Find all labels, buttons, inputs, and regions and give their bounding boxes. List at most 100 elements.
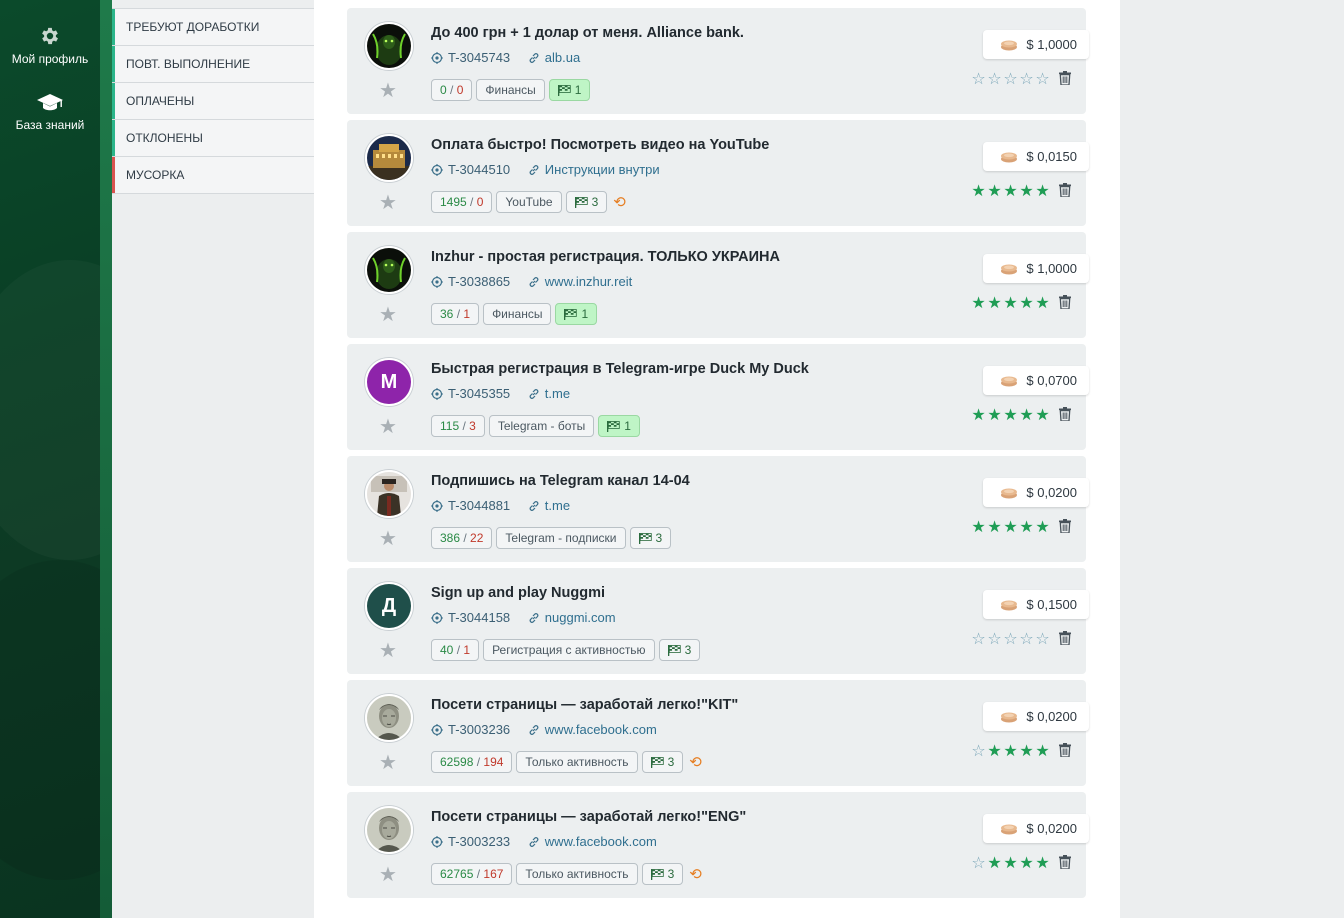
- task-link[interactable]: nuggmi.com: [528, 610, 616, 625]
- task-card[interactable]: ★ Посети страницы — заработай легко!"ENG…: [347, 792, 1089, 898]
- star-empty-icon[interactable]: ☆: [1035, 630, 1050, 648]
- star-filled-icon[interactable]: ★: [987, 854, 1002, 872]
- favorite-star-icon[interactable]: ★: [379, 192, 397, 212]
- star-filled-icon[interactable]: ★: [1035, 406, 1050, 424]
- star-filled-icon[interactable]: ★: [971, 294, 986, 312]
- star-filled-icon[interactable]: ★: [1035, 854, 1050, 872]
- favorite-star-icon[interactable]: ★: [379, 80, 397, 100]
- star-filled-icon[interactable]: ★: [987, 406, 1002, 424]
- task-title[interactable]: До 400 грн + 1 долар от меня. Alliance b…: [431, 25, 744, 41]
- star-filled-icon[interactable]: ★: [1035, 518, 1050, 536]
- star-filled-icon[interactable]: ★: [971, 182, 986, 200]
- task-rating[interactable]: ☆ ☆ ☆ ☆ ☆: [971, 70, 1050, 88]
- task-link[interactable]: www.facebook.com: [528, 722, 657, 737]
- task-link[interactable]: alb.ua: [528, 50, 580, 65]
- favorite-star-icon[interactable]: ★: [379, 528, 397, 548]
- star-filled-icon[interactable]: ★: [971, 518, 986, 536]
- task-title[interactable]: Быстрая регистрация в Telegram-игре Duck…: [431, 361, 809, 377]
- submenu-item-repeat[interactable]: ПОВТ. ВЫПОЛНЕНИЕ: [112, 46, 314, 83]
- task-rating[interactable]: ☆ ☆ ☆ ☆ ☆: [971, 630, 1050, 648]
- trash-icon[interactable]: [1059, 519, 1071, 533]
- star-filled-icon[interactable]: ★: [1019, 518, 1034, 536]
- star-filled-icon[interactable]: ★: [1035, 742, 1050, 760]
- star-empty-icon[interactable]: ☆: [987, 70, 1002, 88]
- star-filled-icon[interactable]: ★: [1019, 294, 1034, 312]
- favorite-star-icon[interactable]: ★: [379, 752, 397, 772]
- star-empty-icon[interactable]: ☆: [971, 742, 986, 760]
- trash-icon[interactable]: [1059, 407, 1071, 421]
- task-card[interactable]: ★ Подпишись на Telegram канал 14-04 T-30…: [347, 456, 1089, 562]
- favorite-star-icon[interactable]: ★: [379, 304, 397, 324]
- star-filled-icon[interactable]: ★: [987, 742, 1002, 760]
- task-card[interactable]: ★ До 400 грн + 1 долар от меня. Alliance…: [347, 8, 1089, 114]
- task-meta: T-3003233 www.facebook.com: [431, 834, 657, 851]
- star-filled-icon[interactable]: ★: [1003, 406, 1018, 424]
- star-filled-icon[interactable]: ★: [1003, 294, 1018, 312]
- star-empty-icon[interactable]: ☆: [971, 854, 986, 872]
- submenu-item-paid[interactable]: ОПЛАЧЕНЫ: [112, 83, 314, 120]
- trash-icon[interactable]: [1059, 71, 1071, 85]
- trash-icon[interactable]: [1059, 183, 1071, 197]
- star-empty-icon[interactable]: ☆: [1003, 630, 1018, 648]
- favorite-star-icon[interactable]: ★: [379, 864, 397, 884]
- favorite-star-icon[interactable]: ★: [379, 416, 397, 436]
- task-link[interactable]: www.inzhur.reit: [528, 274, 632, 289]
- submenu-item-needs-rework[interactable]: ТРЕБУЮТ ДОРАБОТКИ: [112, 9, 314, 46]
- star-empty-icon[interactable]: ☆: [987, 630, 1002, 648]
- task-link[interactable]: t.me: [528, 386, 570, 401]
- star-filled-icon[interactable]: ★: [1019, 406, 1034, 424]
- star-filled-icon[interactable]: ★: [1035, 294, 1050, 312]
- trash-icon[interactable]: [1059, 295, 1071, 309]
- star-filled-icon[interactable]: ★: [1003, 518, 1018, 536]
- task-title[interactable]: Посети страницы — заработай легко!"KIT": [431, 697, 738, 713]
- task-title[interactable]: Оплата быстро! Посмотреть видео на YouTu…: [431, 137, 769, 153]
- task-card[interactable]: Д ★ Sign up and play Nuggmi T-3044158 nu…: [347, 568, 1089, 674]
- star-empty-icon[interactable]: ☆: [1003, 70, 1018, 88]
- submenu-item-trash[interactable]: МУСОРКА: [112, 157, 314, 194]
- star-empty-icon[interactable]: ☆: [1019, 630, 1034, 648]
- star-filled-icon[interactable]: ★: [1003, 182, 1018, 200]
- task-card[interactable]: ★ Оплата быстро! Посмотреть видео на You…: [347, 120, 1089, 226]
- star-filled-icon[interactable]: ★: [1035, 182, 1050, 200]
- task-link[interactable]: Инструкции внутри: [528, 162, 660, 177]
- repeat-icon[interactable]: ⟲: [613, 193, 626, 211]
- task-card[interactable]: М ★ Быстрая регистрация в Telegram-игре …: [347, 344, 1089, 450]
- task-rating[interactable]: ★ ★ ★ ★ ★: [971, 406, 1050, 424]
- star-empty-icon[interactable]: ☆: [971, 630, 986, 648]
- task-title[interactable]: Inzhur - простая регистрация. ТОЛЬКО УКР…: [431, 249, 780, 265]
- star-filled-icon[interactable]: ★: [1019, 742, 1034, 760]
- sidebar-item-knowledge-base[interactable]: База знаний: [0, 93, 100, 132]
- star-empty-icon[interactable]: ☆: [971, 70, 986, 88]
- star-filled-icon[interactable]: ★: [987, 518, 1002, 536]
- star-filled-icon[interactable]: ★: [1003, 742, 1018, 760]
- star-filled-icon[interactable]: ★: [987, 294, 1002, 312]
- trash-icon[interactable]: [1059, 855, 1071, 869]
- trash-icon[interactable]: [1059, 743, 1071, 757]
- task-counts-badge: 386 / 22: [431, 527, 493, 549]
- task-link[interactable]: www.facebook.com: [528, 834, 657, 849]
- task-card[interactable]: ★ Inzhur - простая регистрация. ТОЛЬКО У…: [347, 232, 1089, 338]
- task-rating[interactable]: ☆ ★ ★ ★ ★: [971, 854, 1050, 872]
- task-rating[interactable]: ☆ ★ ★ ★ ★: [971, 742, 1050, 760]
- task-card[interactable]: ★ Посети страницы — заработай легко!"KIT…: [347, 680, 1089, 786]
- task-title[interactable]: Посети страницы — заработай легко!"ENG": [431, 809, 746, 825]
- submenu-item-rejected[interactable]: ОТКЛОНЕНЫ: [112, 120, 314, 157]
- task-link[interactable]: t.me: [528, 498, 570, 513]
- star-filled-icon[interactable]: ★: [1019, 854, 1034, 872]
- star-empty-icon[interactable]: ☆: [1019, 70, 1034, 88]
- repeat-icon[interactable]: ⟲: [689, 865, 702, 883]
- star-filled-icon[interactable]: ★: [1003, 854, 1018, 872]
- star-filled-icon[interactable]: ★: [1019, 182, 1034, 200]
- task-rating[interactable]: ★ ★ ★ ★ ★: [971, 182, 1050, 200]
- star-empty-icon[interactable]: ☆: [1035, 70, 1050, 88]
- star-filled-icon[interactable]: ★: [971, 406, 986, 424]
- trash-icon[interactable]: [1059, 631, 1071, 645]
- task-rating[interactable]: ★ ★ ★ ★ ★: [971, 294, 1050, 312]
- task-title[interactable]: Sign up and play Nuggmi: [431, 585, 605, 601]
- star-filled-icon[interactable]: ★: [987, 182, 1002, 200]
- task-title[interactable]: Подпишись на Telegram канал 14-04: [431, 473, 690, 489]
- repeat-icon[interactable]: ⟲: [689, 753, 702, 771]
- task-rating[interactable]: ★ ★ ★ ★ ★: [971, 518, 1050, 536]
- sidebar-item-my-profile[interactable]: Мой профиль: [0, 25, 100, 66]
- favorite-star-icon[interactable]: ★: [379, 640, 397, 660]
